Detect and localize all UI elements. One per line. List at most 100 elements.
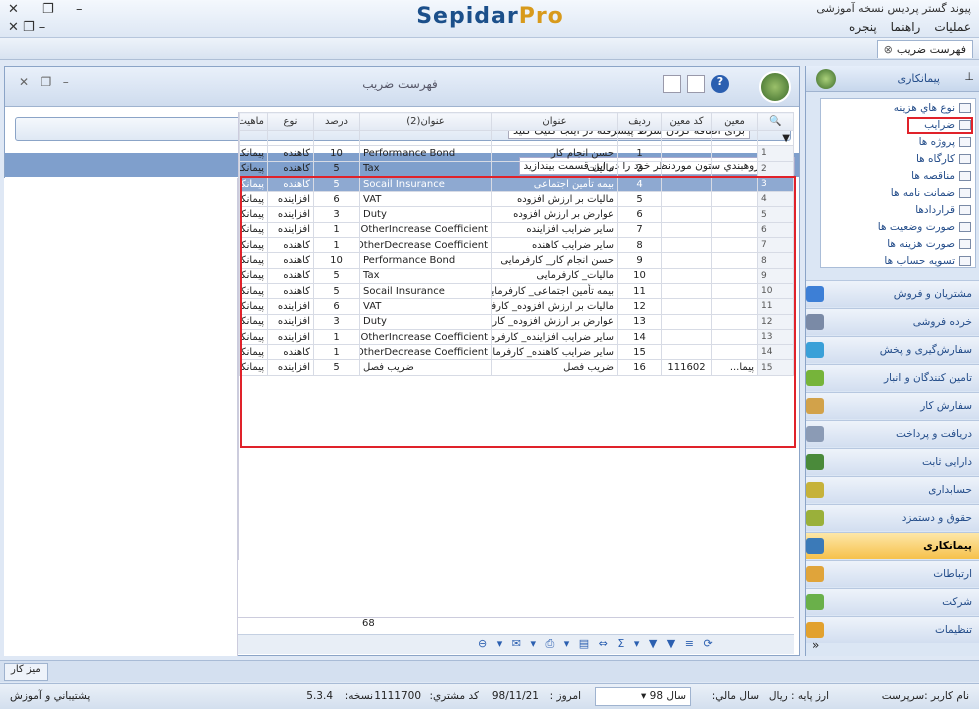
row-index: 7 xyxy=(757,237,794,254)
nav-module[interactable]: پیمانکاری xyxy=(806,532,979,559)
col-row[interactable]: ردیف xyxy=(617,112,662,131)
table-row[interactable]: 10 11 بیمه تأمین اجتماعی_ کارفرمایی Socail … xyxy=(239,282,794,300)
table-row[interactable]: 7 8 سایر ضرایب کاهنده OtherDecrease Coeffic… xyxy=(239,237,794,254)
cell-nature: پیمانکاری xyxy=(239,145,268,162)
support-link[interactable]: پشتيباني و آموزش xyxy=(10,690,90,702)
tree-item[interactable]: صورت وضعيت ها xyxy=(821,218,975,235)
nav-module[interactable]: تنظیمات xyxy=(806,616,979,643)
cell-percent: 5 xyxy=(313,282,360,300)
table-row[interactable]: 9 10مالیات_ کارفرماییTax5کاهندهپیمانکارجز… xyxy=(239,267,794,284)
row-index: 1 xyxy=(757,145,794,162)
nav-module[interactable]: سفارش کار xyxy=(806,392,979,419)
tree-item[interactable]: صورت هزينه ها xyxy=(821,235,975,252)
tab-close-icon[interactable]: ⊗ xyxy=(884,43,893,56)
new-doc-icon[interactable] xyxy=(663,75,681,93)
cell-moin xyxy=(711,175,758,193)
table-row[interactable]: 22مالیاتTax5کاهندهپیمانکاری xyxy=(239,160,794,177)
cell-moin xyxy=(711,313,758,330)
cell-nature: پیمانکاری xyxy=(239,206,268,223)
nav-module[interactable]: حقوق و دستمزد xyxy=(806,504,979,531)
cell-moin-code xyxy=(661,206,712,223)
tree-item[interactable]: مناقصه ها xyxy=(821,167,975,184)
table-row[interactable]: 6 7 سایر ضرایب افزاینده OtherIncrease Coeff… xyxy=(239,221,794,239)
tree-item-label: صورت هزينه ها xyxy=(887,237,955,250)
tree-item-label: قراردادها xyxy=(915,203,955,216)
minimize-icon[interactable]: – xyxy=(76,2,83,17)
folder-icon xyxy=(959,221,971,232)
cell-moin xyxy=(711,252,758,269)
coefficients-grid[interactable]: 🔍 معین کد معین ردیف عنوان عنوان(2) درصد … xyxy=(238,112,794,560)
desktop-button[interactable]: میز کار xyxy=(4,663,48,681)
cell-row: 15 xyxy=(617,344,662,361)
menu-help[interactable]: راهنما xyxy=(891,20,921,34)
cell-moin xyxy=(711,328,758,346)
nav-module[interactable]: ارتباطات xyxy=(806,560,979,587)
col-type[interactable]: نوع xyxy=(267,112,314,131)
folder-icon xyxy=(959,204,971,215)
cell-moin xyxy=(711,237,758,254)
cell-nature: پیمانکاری xyxy=(239,160,268,177)
table-row[interactable]: 8 9 حسن انجام کار_ کارفرمایی Performance Bo… xyxy=(239,252,794,269)
col-nature[interactable]: ماهیت xyxy=(239,112,268,131)
table-row[interactable]: 14 15 سایر ضرایب کاهنده_ کارفرمایی OtherDec… xyxy=(239,344,794,361)
tree-item[interactable]: تسويه حساب ها xyxy=(821,252,975,269)
cell-type: کاهنده xyxy=(267,145,314,162)
cell-title: مالیات بر ارزش افزوده_ کارفرمایی xyxy=(491,298,618,315)
cell-nature: پیمانکارجزء xyxy=(239,298,268,315)
cell-title: بیمه تأمین اجتماعی_ کارفرمایی xyxy=(491,282,618,300)
cell-moin-code xyxy=(661,145,712,162)
restore-icon[interactable]: ❐ xyxy=(42,2,54,17)
col-title2[interactable]: عنوان(2) xyxy=(359,112,492,131)
cell-type: افزاینده xyxy=(267,206,314,223)
window-header: ✕ ❐ – فهرست ضریب ? xyxy=(5,67,799,107)
nav-module[interactable]: دارایی ثابت xyxy=(806,448,979,475)
col-percent[interactable]: درصد xyxy=(313,112,360,131)
grid-toolbar-icons[interactable]: ⊖ ▾ ✉ ▾ ⎙ ▾ ▤ ⇔ Σ ▾ ▼ ▼ ≡ ⟳ xyxy=(478,637,716,651)
pin-icon[interactable]: ⊥ xyxy=(964,70,974,83)
cell-type: کاهنده xyxy=(267,237,314,254)
tree-item[interactable]: کارگاه ها xyxy=(821,150,975,167)
tree-item[interactable]: قراردادها xyxy=(821,201,975,218)
table-row[interactable]: 1 1 حسن انجام کار Performance Bond 10 کاهنده پ… xyxy=(239,145,794,162)
tree-item[interactable]: نوع هاي هزينه xyxy=(821,99,975,116)
table-row[interactable]: 13 14سایر ضرایب افزاینده_ کارفرماییOtherI… xyxy=(239,328,794,346)
table-row[interactable]: 15 پیما... 111602 16 ضریب فصل ضریب فصل 5 افزاین… xyxy=(239,359,794,376)
doc-close-icon[interactable]: ✕ ❐ – xyxy=(8,20,45,35)
search-icon[interactable]: 🔍 xyxy=(757,112,794,131)
tree-item[interactable]: ضمانت نامه ها xyxy=(821,184,975,201)
table-row[interactable]: 4 5 مالیات بر ارزش افزوده VAT 6 افزاینده پیمان… xyxy=(239,191,794,208)
row-index: 15 xyxy=(757,359,794,376)
cell-title: حسن انجام کار xyxy=(491,145,618,162)
table-row[interactable]: 5 6 عوارض بر ارزش افزوده Duty 3 افزاینده پیمان… xyxy=(239,206,794,223)
doc-tab-coefficients[interactable]: فهرست ضریب ⊗ xyxy=(876,40,973,58)
col-moin[interactable]: معین xyxy=(711,112,758,131)
cell-title: سایر ضرایب افزاینده_ کارفرمایی xyxy=(491,328,618,346)
close-icon[interactable]: ✕ xyxy=(8,2,19,17)
nav-module[interactable]: حسابداری xyxy=(806,476,979,503)
nav-module[interactable]: مشتریان و فروش xyxy=(806,280,979,307)
fiscal-year-select[interactable]: سال 98 ▾ xyxy=(595,687,691,706)
nav-module[interactable]: سفارش‌گیری و پخش xyxy=(806,336,979,363)
cell-moin xyxy=(711,267,758,284)
more-icon[interactable]: » xyxy=(812,638,819,652)
cell-moin-code xyxy=(661,328,712,346)
cell-row: 9 xyxy=(617,252,662,269)
window-controls-icon[interactable]: ✕ ❐ – xyxy=(19,75,69,89)
nav-module[interactable]: شرکت xyxy=(806,588,979,615)
filter-icon[interactable]: ▼ xyxy=(757,129,794,147)
menu-operations[interactable]: عملیات xyxy=(934,20,971,34)
table-row[interactable]: 12 13عوارض بر ارزش افزوده_ کارفرماییDuty3… xyxy=(239,313,794,330)
col-title[interactable]: عنوان xyxy=(491,112,618,131)
tree-item[interactable]: پروژه ها xyxy=(821,133,975,150)
table-row[interactable]: 11 12مالیات بر ارزش افزوده_ کارفرماییVAT6… xyxy=(239,298,794,315)
table-row[interactable]: 3 4 بیمه تأمین اجتماعی Socail Insurance 5 کاه… xyxy=(239,175,794,193)
nav-module[interactable]: دریافت و پرداخت xyxy=(806,420,979,447)
edit-icon[interactable] xyxy=(687,75,705,93)
help-icon[interactable]: ? xyxy=(711,75,729,93)
module-icon xyxy=(806,342,824,358)
nav-module[interactable]: خرده فروشی xyxy=(806,308,979,335)
module-icon xyxy=(806,398,824,414)
col-moin-code[interactable]: کد معین xyxy=(661,112,712,131)
nav-module[interactable]: تامین کنندگان و انبار xyxy=(806,364,979,391)
menu-window[interactable]: پنجره xyxy=(849,20,877,34)
